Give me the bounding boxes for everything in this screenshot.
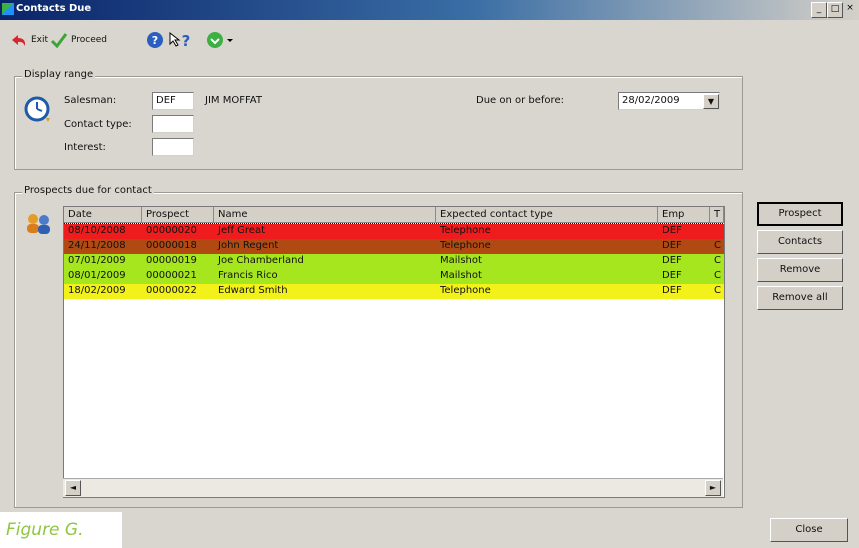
help-icon: ? <box>147 32 163 48</box>
cell-name: John Regent <box>218 240 279 251</box>
interest-label: Interest: <box>64 142 106 153</box>
col-name-header[interactable]: Name <box>214 207 436 223</box>
prospects-grid[interactable]: Date Prospect Name Expected contact type… <box>63 206 725 498</box>
cell-emp: DEF <box>662 255 682 266</box>
maximize-button[interactable]: □ <box>827 2 843 18</box>
cell-emp: DEF <box>662 270 682 281</box>
undo-arrow-icon <box>12 35 26 46</box>
exit-button[interactable]: Exit <box>8 30 48 50</box>
clock-icon <box>24 96 50 122</box>
cell-t <box>710 224 724 239</box>
cell-t: C <box>714 285 721 296</box>
col-prospect-header[interactable]: Prospect <box>142 207 214 223</box>
cell-t: C <box>714 255 721 266</box>
table-row[interactable]: 07/01/2009 00000019 Joe Chamberland Mailsho… <box>64 254 724 269</box>
title-bar: Contacts Due _ □ × <box>0 0 859 20</box>
salesman-name: JIM MOFFAT <box>205 95 262 106</box>
proceed-label: Proceed <box>71 35 108 45</box>
cell-contact-type: Telephone <box>440 225 491 236</box>
remove-button[interactable]: Remove <box>757 258 843 282</box>
interest-input[interactable] <box>152 138 194 156</box>
table-row[interactable]: 24/11/2008 00000018 John Regent Telephone DE… <box>64 239 724 254</box>
options-button[interactable] <box>206 30 234 50</box>
help-button[interactable]: ? <box>146 30 164 50</box>
cell-name: Joe Chamberland <box>218 255 304 266</box>
minimize-button[interactable]: _ <box>811 2 827 18</box>
cell-date: 08/01/2009 <box>68 270 126 281</box>
cell-prospect: 00000018 <box>146 240 197 251</box>
cell-t: C <box>714 240 721 251</box>
table-row[interactable]: 08/01/2009 00000021 Francis Rico Mailshot DE… <box>64 269 724 284</box>
contacts-button[interactable]: Contacts <box>757 230 843 254</box>
salesman-label: Salesman: <box>64 95 117 106</box>
cell-date: 18/02/2009 <box>68 285 126 296</box>
cell-prospect: 00000021 <box>146 270 197 281</box>
due-label: Due on or before: <box>476 95 564 106</box>
window-title: Contacts Due <box>16 3 92 14</box>
exit-label: Exit <box>31 35 49 45</box>
cell-t: C <box>714 270 721 281</box>
figure-caption: Figure G. <box>0 512 122 548</box>
cell-date: 24/11/2008 <box>68 240 126 251</box>
cell-date: 07/01/2009 <box>68 255 126 266</box>
green-dropdown-icon <box>207 32 233 48</box>
horizontal-scrollbar[interactable]: ◄ ► <box>63 478 723 497</box>
col-contact-type-header[interactable]: Expected contact type <box>436 207 658 223</box>
col-t-header[interactable]: T <box>710 207 724 223</box>
prospect-button[interactable]: Prospect <box>757 202 843 226</box>
scroll-right-arrow[interactable]: ► <box>705 480 721 496</box>
prospects-legend: Prospects due for contact <box>22 185 154 196</box>
cell-emp: DEF <box>662 285 682 296</box>
contact-type-input[interactable] <box>152 115 194 133</box>
cell-emp: DEF <box>662 225 682 236</box>
cell-contact-type: Mailshot <box>440 255 482 266</box>
close-button[interactable]: Close <box>770 518 848 542</box>
cell-emp: DEF <box>662 240 682 251</box>
table-row[interactable]: 08/10/2008 00000020 Jeff Great Telephone DEF <box>64 223 724 240</box>
cell-name: Edward Smith <box>218 285 288 296</box>
remove-all-button[interactable]: Remove all <box>757 286 843 310</box>
svg-text:?: ? <box>152 34 158 47</box>
col-emp-header[interactable]: Emp <box>658 207 710 223</box>
contact-type-label: Contact type: <box>64 119 132 130</box>
proceed-button[interactable]: Proceed <box>50 30 107 50</box>
pointer-help-icon: ? <box>169 31 191 49</box>
due-date-dropdown-arrow[interactable]: ▼ <box>703 94 719 109</box>
cell-contact-type: Mailshot <box>440 270 482 281</box>
cell-prospect: 00000022 <box>146 285 197 296</box>
table-row[interactable]: 18/02/2009 00000022 Edward Smith Telephone D… <box>64 284 724 299</box>
svg-text:?: ? <box>182 32 191 49</box>
cell-date: 08/10/2008 <box>68 225 126 236</box>
scroll-left-arrow[interactable]: ◄ <box>65 480 81 496</box>
whats-this-button[interactable]: ? <box>168 30 192 50</box>
cell-prospect: 00000020 <box>146 225 197 236</box>
cell-name: Francis Rico <box>218 270 278 281</box>
cell-contact-type: Telephone <box>440 285 491 296</box>
app-icon <box>2 3 14 15</box>
checkmark-icon <box>50 33 68 48</box>
cell-prospect: 00000019 <box>146 255 197 266</box>
cell-name: Jeff Great <box>218 225 266 236</box>
people-icon <box>27 214 50 234</box>
salesman-input[interactable]: DEF <box>152 92 194 110</box>
close-window-button[interactable]: × <box>843 2 857 16</box>
due-date-value: 28/02/2009 <box>622 95 680 106</box>
display-range-legend: Display range <box>22 69 96 80</box>
cell-contact-type: Telephone <box>440 240 491 251</box>
toolbar: Exit Proceed ? ? <box>0 22 859 62</box>
col-date-header[interactable]: Date <box>64 207 142 223</box>
